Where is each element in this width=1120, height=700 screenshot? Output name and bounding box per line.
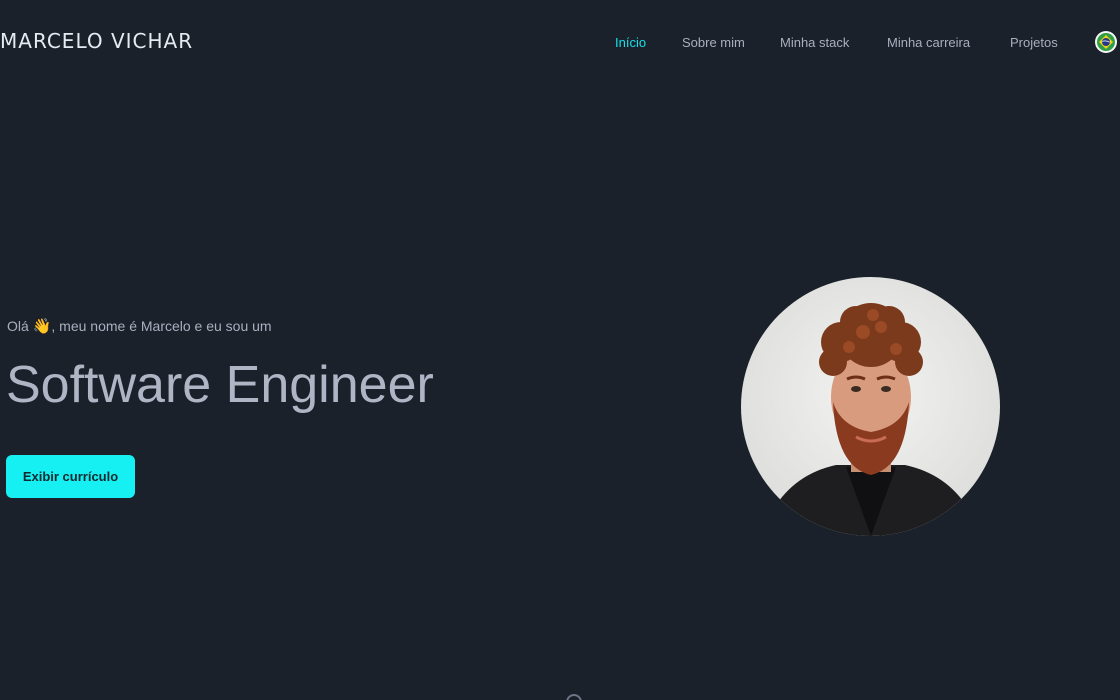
nav-link-projetos[interactable]: Projetos [1010, 35, 1058, 50]
nav-link-minha-carreira[interactable]: Minha carreira [887, 35, 970, 50]
waving-hand-icon: 👋 [32, 318, 52, 335]
scroll-down-icon[interactable] [566, 694, 582, 700]
page: MARCELO VICHAR Início Sobre mim Minha st… [0, 0, 1120, 700]
site-logo[interactable]: MARCELO VICHAR [0, 29, 193, 53]
greeting-suffix: , meu nome é Marcelo e eu sou um [51, 318, 272, 334]
profile-photo [741, 277, 1000, 536]
hero-greeting: Olá 👋, meu nome é Marcelo e eu sou um [7, 317, 272, 335]
profile-portrait-image [741, 277, 1000, 536]
brazil-flag-icon [1097, 33, 1115, 51]
greeting-prefix: Olá [7, 318, 33, 334]
nav-link-minha-stack[interactable]: Minha stack [780, 35, 849, 50]
nav-link-inicio[interactable]: Início [615, 35, 646, 50]
view-resume-button[interactable]: Exibir currículo [6, 455, 135, 498]
hero-headline: Software Engineer [6, 356, 434, 414]
language-switch-button[interactable] [1095, 31, 1117, 53]
nav-link-sobre-mim[interactable]: Sobre mim [682, 35, 745, 50]
